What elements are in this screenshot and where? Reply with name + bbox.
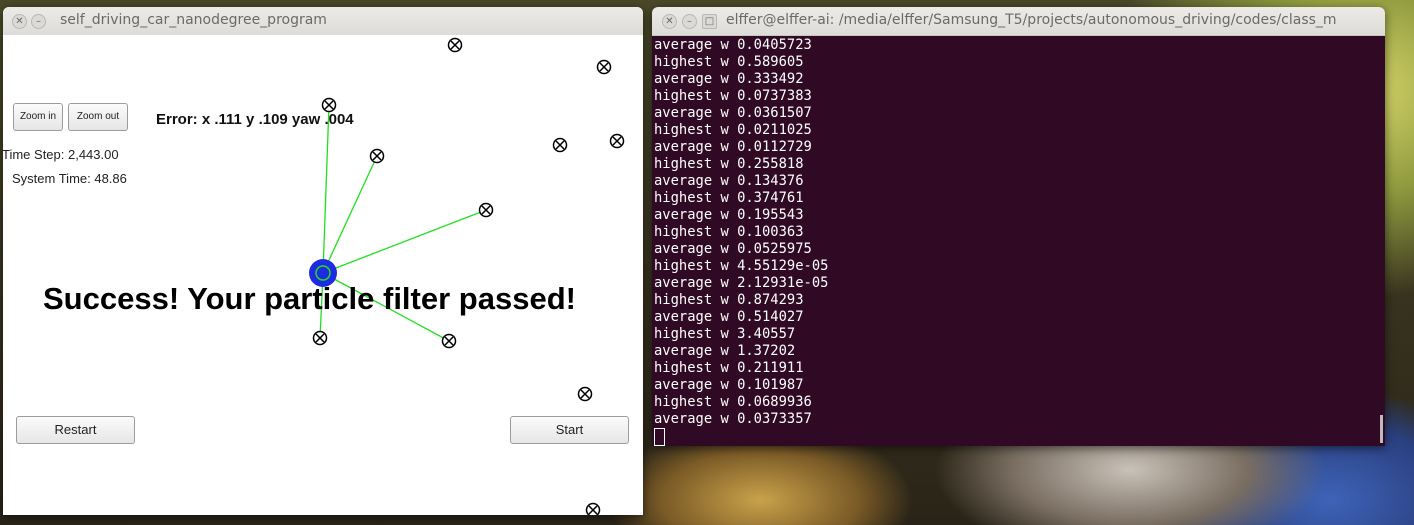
zoom-out-button[interactable]: Zoom out — [68, 103, 128, 131]
landmark-icon — [552, 137, 568, 153]
terminal-line: highest w 0.100363 — [654, 224, 804, 240]
cursor-icon — [654, 428, 665, 446]
terminal-line: highest w 0.874293 — [654, 292, 804, 308]
landmark-icon — [312, 330, 328, 346]
system-time-readout: System Time: 48.86 — [12, 171, 127, 186]
terminal-line: average w 0.195543 — [654, 207, 804, 223]
error-readout: Error: x .111 y .109 yaw .004 — [156, 111, 354, 128]
close-icon[interactable]: ✕ — [12, 14, 27, 29]
terminal-line: average w 0.0525975 — [654, 241, 812, 257]
terminal-line: average w 2.12931e-05 — [654, 275, 829, 291]
time-step-readout: Time Step: 2,443.00 — [3, 147, 119, 162]
terminal-line: average w 0.101987 — [654, 377, 804, 393]
success-message: Success! Your particle filter passed! — [43, 281, 576, 316]
terminal-line: average w 0.333492 — [654, 71, 804, 87]
terminal-line: highest w 0.0737383 — [654, 88, 812, 104]
terminal-line: average w 0.0112729 — [654, 139, 812, 155]
terminal-line: highest w 0.589605 — [654, 54, 804, 70]
terminal-scrollbar[interactable] — [1380, 415, 1383, 443]
simulator-window: ✕ – self_driving_car_nanodegree_program — [3, 7, 643, 515]
terminal-line: highest w 0.0211025 — [654, 122, 812, 138]
terminal-line: highest w 3.40557 — [654, 326, 796, 342]
terminal-line: average w 0.134376 — [654, 173, 804, 189]
minimize-icon[interactable]: – — [31, 14, 46, 29]
landmark-icon — [609, 133, 625, 149]
landmark-icon — [447, 37, 463, 53]
landmark-icon — [577, 386, 593, 402]
landmark-icon — [596, 59, 612, 75]
terminal-titlebar: ✕ – □ elffer@elffer-ai: /media/elffer/Sa… — [652, 7, 1385, 36]
window-title: self_driving_car_nanodegree_program — [60, 12, 327, 28]
landmark-icon — [441, 333, 457, 349]
terminal-line: average w 1.37202 — [654, 343, 796, 359]
minimize-icon[interactable]: – — [682, 14, 697, 29]
terminal-line: average w 0.0361507 — [654, 105, 812, 121]
maximize-icon[interactable]: □ — [702, 14, 717, 29]
terminal-line: highest w 0.255818 — [654, 156, 804, 172]
terminal-line: average w 0.0373357 — [654, 411, 812, 427]
close-icon[interactable]: ✕ — [662, 14, 677, 29]
terminal-title: elffer@elffer-ai: /media/elffer/Samsung_… — [726, 12, 1337, 28]
restart-button[interactable]: Restart — [16, 416, 135, 444]
simulator-canvas: Zoom in Zoom out Error: x .111 y .109 ya… — [3, 35, 643, 515]
terminal-prompt-line[interactable] — [654, 428, 1385, 446]
terminal-output[interactable]: average w 0.0405723 highest w 0.589605 ave… — [654, 37, 1385, 446]
terminal-line: highest w 0.374761 — [654, 190, 804, 206]
landmark-icon — [585, 502, 601, 515]
landmark-icon — [369, 148, 385, 164]
terminal-line: highest w 0.0689936 — [654, 394, 812, 410]
terminal-window: ✕ – □ elffer@elffer-ai: /media/elffer/Sa… — [652, 7, 1385, 446]
landmark-icon — [321, 97, 337, 113]
terminal-line: average w 0.0405723 — [654, 37, 812, 53]
terminal-line: highest w 4.55129e-05 — [654, 258, 829, 274]
start-button[interactable]: Start — [510, 416, 629, 444]
landmark-icon — [478, 202, 494, 218]
observation-ray — [322, 104, 330, 274]
terminal-line: average w 0.514027 — [654, 309, 804, 325]
zoom-in-button[interactable]: Zoom in — [13, 103, 63, 131]
terminal-line: highest w 0.211911 — [654, 360, 804, 376]
simulator-titlebar: ✕ – self_driving_car_nanodegree_program — [3, 7, 643, 36]
